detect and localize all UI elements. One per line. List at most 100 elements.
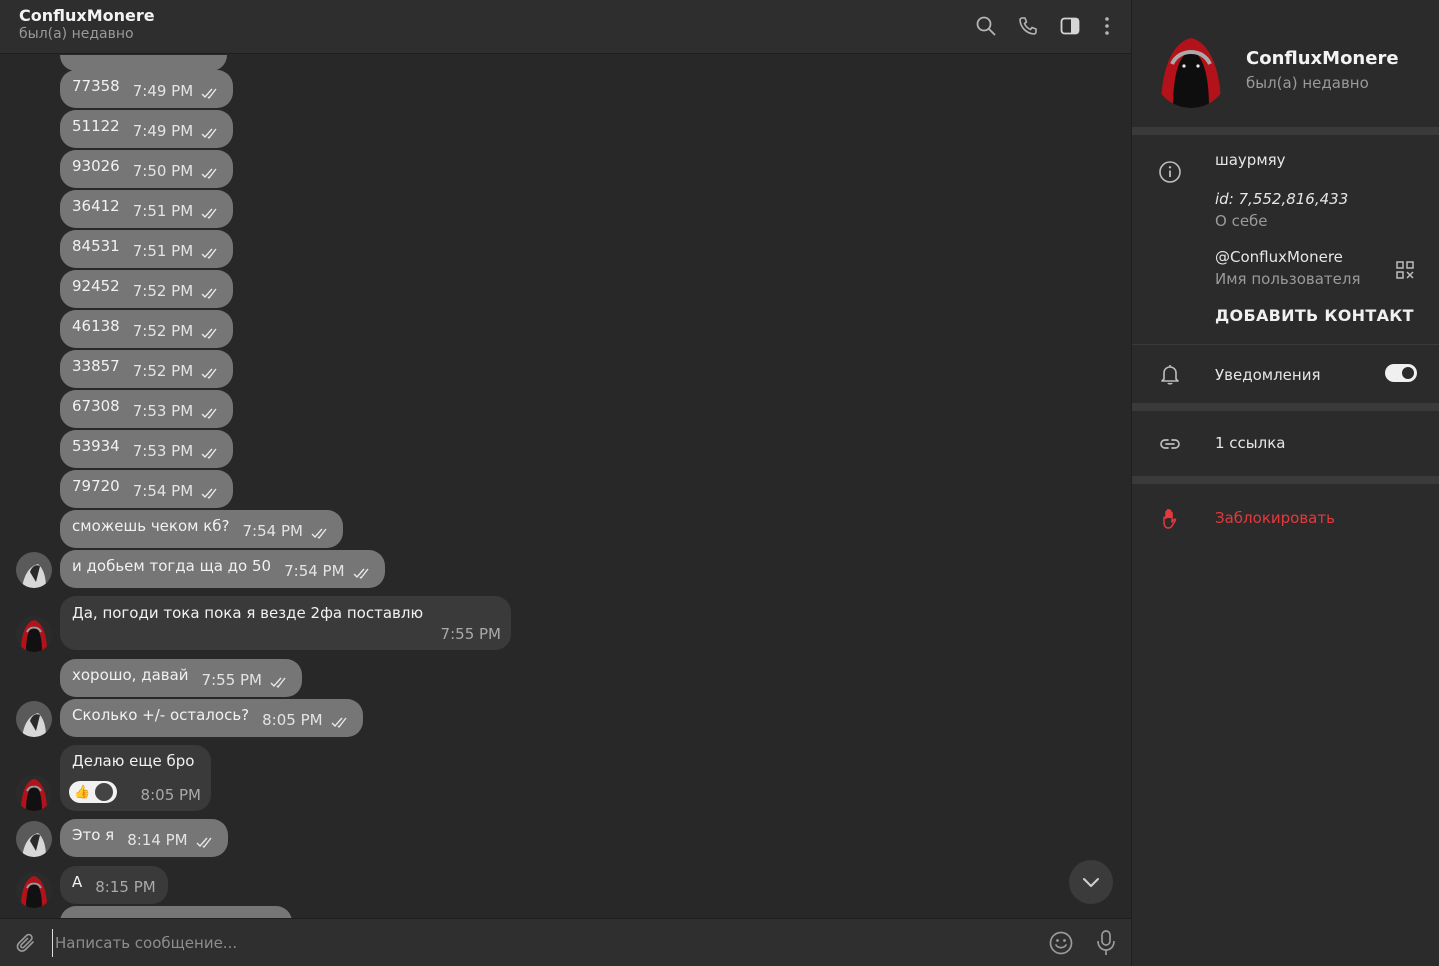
bell-icon [1161, 365, 1179, 385]
message-outgoing[interactable]: 46138 7:52 PM [60, 310, 234, 348]
reaction-badge[interactable]: 👍 [69, 781, 117, 803]
read-check-icon [201, 128, 217, 140]
message-outgoing[interactable]: Это я 8:14 PM [60, 819, 228, 857]
username[interactable]: @ConfluxMonere [1215, 248, 1343, 266]
message-text: 93026 [72, 157, 120, 175]
toggle-knob [1402, 367, 1414, 379]
message-text: 51122 [72, 117, 120, 135]
message-time: 7:54 PM [132, 482, 194, 500]
read-check-icon [201, 368, 217, 380]
links-item[interactable]: 1 ссылка [1215, 434, 1286, 452]
read-check-icon [201, 168, 217, 180]
microphone-icon[interactable] [1094, 929, 1118, 957]
message-outgoing[interactable] [60, 906, 292, 918]
message-outgoing[interactable]: 79720 7:54 PM [60, 470, 234, 508]
message-time: 8:05 PM [140, 786, 201, 804]
message-outgoing[interactable]: и добьем тогда ща до 50 7:54 PM [60, 550, 385, 588]
contact-avatar[interactable] [16, 872, 52, 908]
contact-avatar[interactable] [16, 775, 52, 811]
more-menu-icon[interactable] [1096, 15, 1118, 37]
message-time: 7:55 PM [440, 625, 501, 643]
my-avatar[interactable] [16, 701, 52, 737]
message-time: 7:51 PM [132, 242, 194, 260]
message-text: 84531 [72, 237, 120, 255]
divider [1132, 127, 1439, 135]
read-check-icon [201, 288, 217, 300]
message-time: 7:53 PM [132, 442, 194, 460]
user-id[interactable]: id: 7,552,816,433 [1215, 190, 1348, 208]
read-check-icon [201, 88, 217, 100]
hand-block-icon [1163, 509, 1177, 529]
message-outgoing[interactable]: сможешь чеком кб? 7:54 PM [60, 510, 343, 548]
message-text: Это я [72, 826, 115, 844]
contact-avatar[interactable] [16, 616, 52, 652]
message-input[interactable] [52, 929, 1017, 957]
message-time: 7:54 PM [284, 562, 345, 580]
my-avatar[interactable] [16, 821, 52, 857]
chat-status: был(а) недавно [19, 26, 134, 42]
chat-header[interactable]: ConfluxMonere был(а) недавно [0, 0, 1131, 54]
phone-icon[interactable] [1017, 15, 1039, 37]
bio-label: О себе [1215, 212, 1268, 230]
profile-avatar[interactable] [1153, 32, 1229, 108]
scroll-to-bottom-button[interactable] [1069, 860, 1113, 904]
message-text: хорошо, давай [72, 666, 189, 684]
message-text: А [72, 873, 83, 891]
message-outgoing[interactable]: Сколько +/- осталось? 8:05 PM [60, 699, 363, 737]
message-outgoing[interactable] [60, 55, 227, 71]
sidebar-toggle-icon[interactable] [1059, 15, 1081, 37]
message-time: 8:05 PM [262, 711, 323, 729]
message-text: 53934 [72, 437, 120, 455]
qr-code-icon[interactable] [1395, 260, 1415, 280]
message-list[interactable]: 77358 7:49 PM 51122 7:49 PM 93026 7:50 PM 3… [0, 55, 1131, 918]
message-text: 92452 [72, 277, 120, 295]
profile-status: был(а) недавно [1246, 74, 1369, 92]
profile-panel: ConfluxMonere был(а) недавно шаурмяу id:… [1131, 0, 1439, 966]
message-text: 36412 [72, 197, 120, 215]
message-time: 7:51 PM [132, 202, 194, 220]
message-text: 67308 [72, 397, 120, 415]
message-outgoing[interactable]: 51122 7:49 PM [60, 110, 234, 148]
my-avatar[interactable] [16, 552, 52, 588]
message-outgoing[interactable]: 53934 7:53 PM [60, 430, 234, 468]
read-check-icon [270, 677, 286, 689]
message-time: 7:52 PM [132, 322, 194, 340]
message-time: 7:52 PM [132, 362, 194, 380]
emoji-icon[interactable] [1048, 930, 1074, 956]
link-icon [1160, 439, 1180, 449]
message-outgoing[interactable]: 36412 7:51 PM [60, 190, 234, 228]
add-contact-button[interactable]: ДОБАВИТЬ КОНТАКТ [1215, 306, 1414, 325]
message-outgoing[interactable]: 93026 7:50 PM [60, 150, 234, 188]
message-outgoing[interactable]: 84531 7:51 PM [60, 230, 234, 268]
message-outgoing[interactable]: 33857 7:52 PM [60, 350, 234, 388]
message-time: 7:55 PM [201, 671, 262, 689]
message-text: и добьем тогда ща до 50 [72, 557, 272, 575]
message-incoming[interactable]: А 8:15 PM [60, 866, 168, 904]
read-check-icon [201, 408, 217, 420]
read-check-icon [311, 528, 327, 540]
message-incoming[interactable]: Да, погоди тока пока я везде 2фа поставл… [60, 596, 511, 650]
notifications-toggle[interactable] [1385, 364, 1417, 382]
message-composer [0, 918, 1131, 966]
read-check-icon [196, 837, 212, 849]
message-time: 7:54 PM [242, 522, 303, 540]
read-check-icon [353, 568, 369, 580]
message-time: 7:50 PM [132, 162, 194, 180]
message-incoming[interactable]: Делаю еще бро 👍 8:05 PM [60, 745, 211, 811]
block-button[interactable]: Заблокировать [1215, 509, 1335, 527]
message-time: 7:49 PM [132, 122, 194, 140]
message-outgoing[interactable]: 77358 7:49 PM [60, 70, 234, 108]
search-icon[interactable] [975, 15, 997, 37]
message-outgoing[interactable]: 67308 7:53 PM [60, 390, 234, 428]
message-text: сможешь чеком кб? [72, 517, 230, 535]
message-outgoing[interactable]: хорошо, давай 7:55 PM [60, 659, 302, 697]
divider [1132, 476, 1439, 484]
paperclip-icon[interactable] [14, 931, 38, 955]
bio-text: шаурмяу [1215, 151, 1286, 169]
chat-title[interactable]: ConfluxMonere [19, 6, 155, 25]
notifications-label: Уведомления [1215, 366, 1321, 384]
message-text: 77358 [72, 77, 120, 95]
reaction-avatar [95, 783, 114, 801]
message-outgoing[interactable]: 92452 7:52 PM [60, 270, 234, 308]
divider [1132, 344, 1439, 345]
